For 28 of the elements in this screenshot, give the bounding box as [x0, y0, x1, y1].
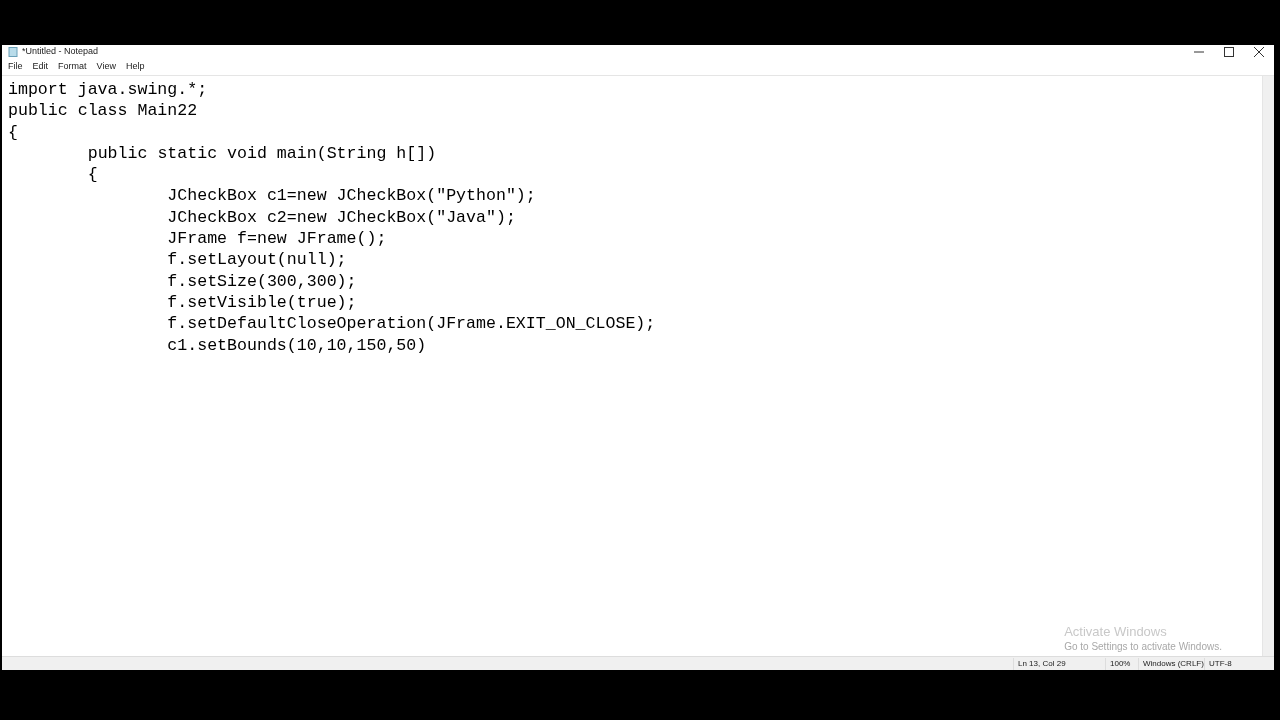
code-line: public static void main(String h[])	[86, 142, 437, 165]
code-line: {	[8, 121, 18, 143]
close-icon	[1254, 47, 1264, 57]
code-line: JFrame f=new JFrame();	[166, 228, 387, 250]
code-line: {	[86, 164, 98, 186]
menu-item[interactable]: Edit	[28, 60, 53, 74]
code-line: f.setVisible(true);	[166, 291, 357, 314]
vertical-scrollbar[interactable]	[1262, 76, 1274, 656]
code-line: f.setLayout(null);	[166, 249, 347, 271]
code-line: f.setSize(300,300);	[166, 270, 357, 292]
menu-item[interactable]: Help	[121, 60, 149, 74]
code-line: c1.setBounds(10,10,150,50)	[166, 334, 427, 356]
status-text: UTF-8	[1204, 657, 1234, 670]
code-line: f.setDefaultCloseOperation(JFrame.EXIT_ON_CLOSE);	[166, 313, 656, 335]
maximize-icon	[1224, 47, 1234, 57]
code-line: import java.swing.*;	[8, 79, 208, 101]
menu-item[interactable]: Format	[54, 60, 91, 74]
notepad-icon	[8, 47, 18, 57]
status-text: 100%	[1105, 657, 1138, 670]
window-title: *Untitled - Notepad	[22, 45, 99, 59]
status-text: Ln 13, Col 29	[1013, 657, 1105, 670]
code-line: JCheckBox c2=new JCheckBox("Java");	[166, 206, 516, 229]
status-text: Windows (CRLF)	[1138, 657, 1204, 670]
code-line: public class Main22	[8, 100, 198, 122]
menu-item[interactable]: View	[92, 60, 120, 74]
menu-item[interactable]: File	[4, 60, 27, 74]
code-line: JCheckBox c1=new JCheckBox("Python");	[166, 185, 536, 207]
activation-message: Go to Settings to activate Windows.	[1064, 640, 1222, 654]
